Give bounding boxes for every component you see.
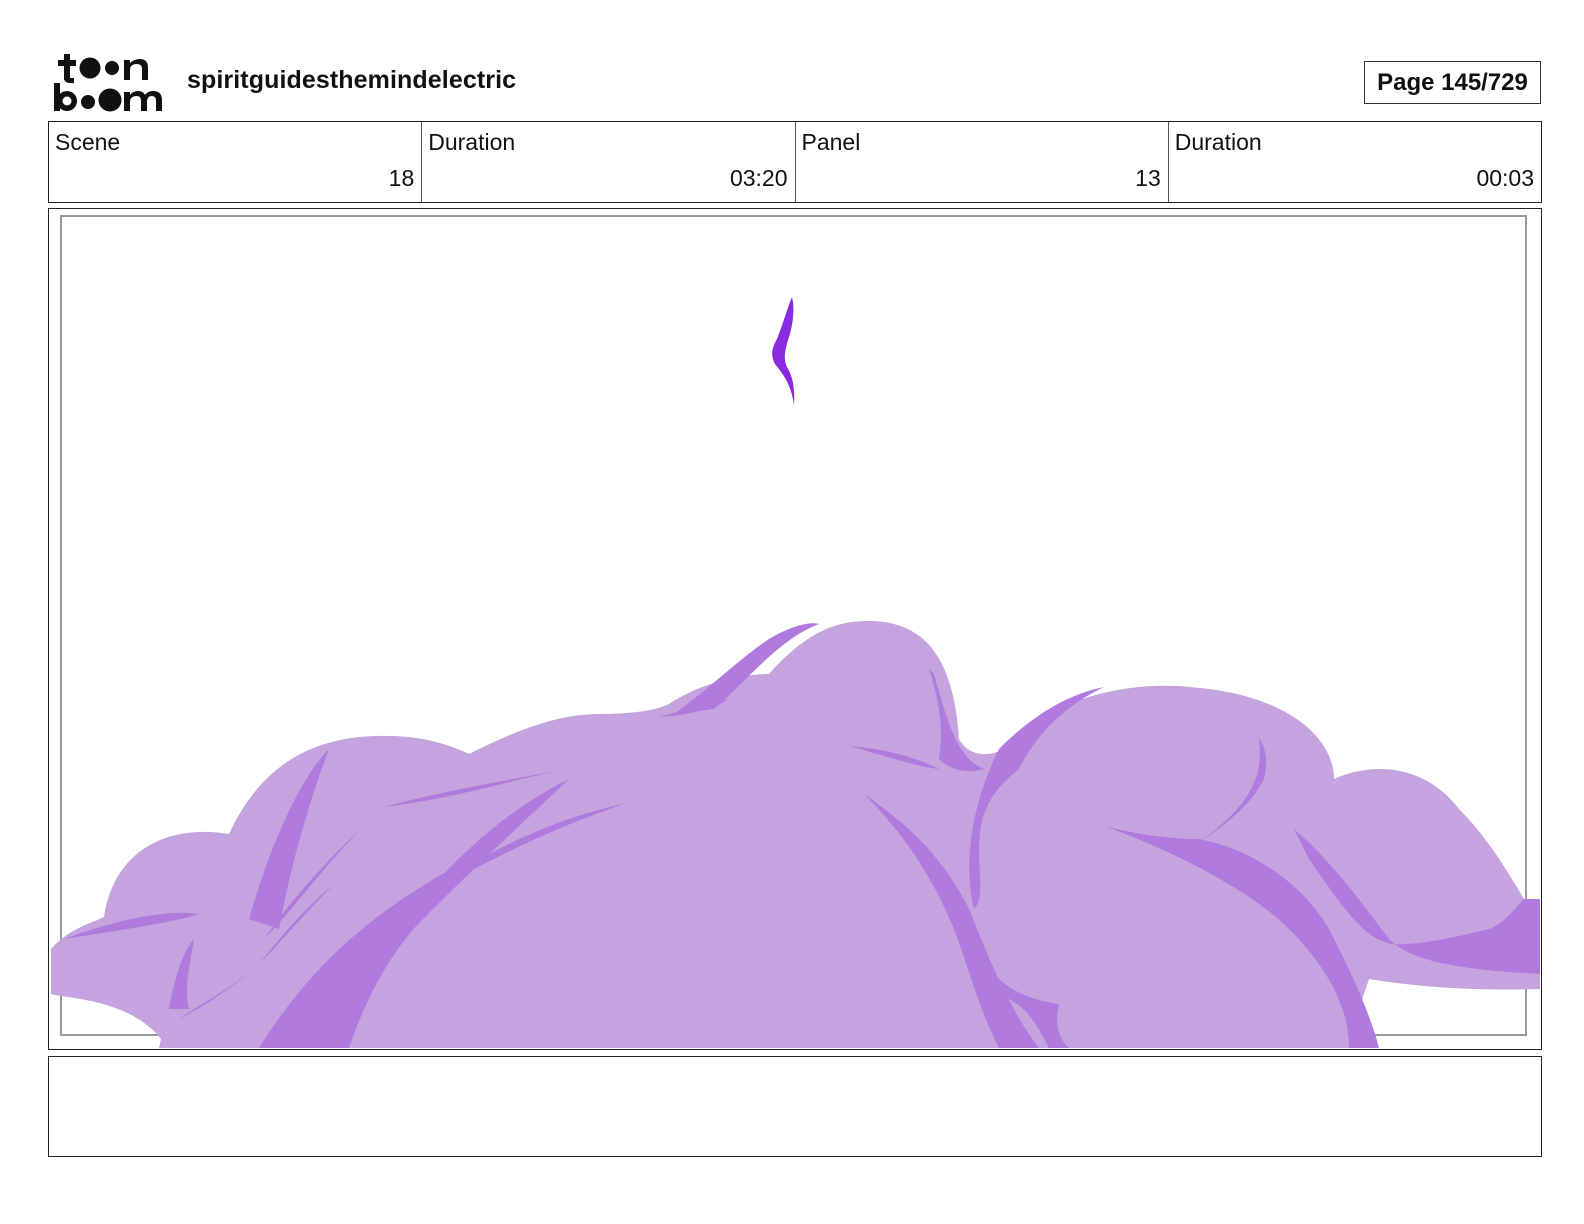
page-indicator: Page 145/729 xyxy=(1364,61,1541,104)
panel-notes-box xyxy=(48,1056,1542,1157)
spirit-streak xyxy=(772,297,795,405)
scene-duration-value: 03:20 xyxy=(729,165,788,191)
project-title: spiritguidesthemindelectric xyxy=(187,66,517,94)
panel-image-frame xyxy=(48,208,1542,1050)
panel-cell: Panel 13 xyxy=(796,122,1169,202)
panel-info-row: Scene 18 Duration 03:20 Panel 13 Duratio… xyxy=(48,121,1542,203)
scene-label: Scene xyxy=(55,129,121,155)
toon-boom-logo-icon xyxy=(54,54,162,112)
panel-duration-label: Duration xyxy=(1174,129,1262,155)
panel-label: Panel xyxy=(801,129,861,155)
scene-cell: Scene 18 xyxy=(49,122,423,202)
scene-duration-cell: Duration 03:20 xyxy=(422,122,796,202)
scene-duration-label: Duration xyxy=(428,129,516,155)
panel-duration-value: 00:03 xyxy=(1476,165,1534,191)
toon-boom-logo xyxy=(52,50,164,112)
scene-value: 18 xyxy=(388,165,415,191)
panel-value: 13 xyxy=(1135,165,1161,191)
panel-duration-cell: Duration 00:03 xyxy=(1169,122,1541,202)
panel-drawing xyxy=(51,215,1540,1048)
smoke-cloud xyxy=(51,621,1540,1048)
